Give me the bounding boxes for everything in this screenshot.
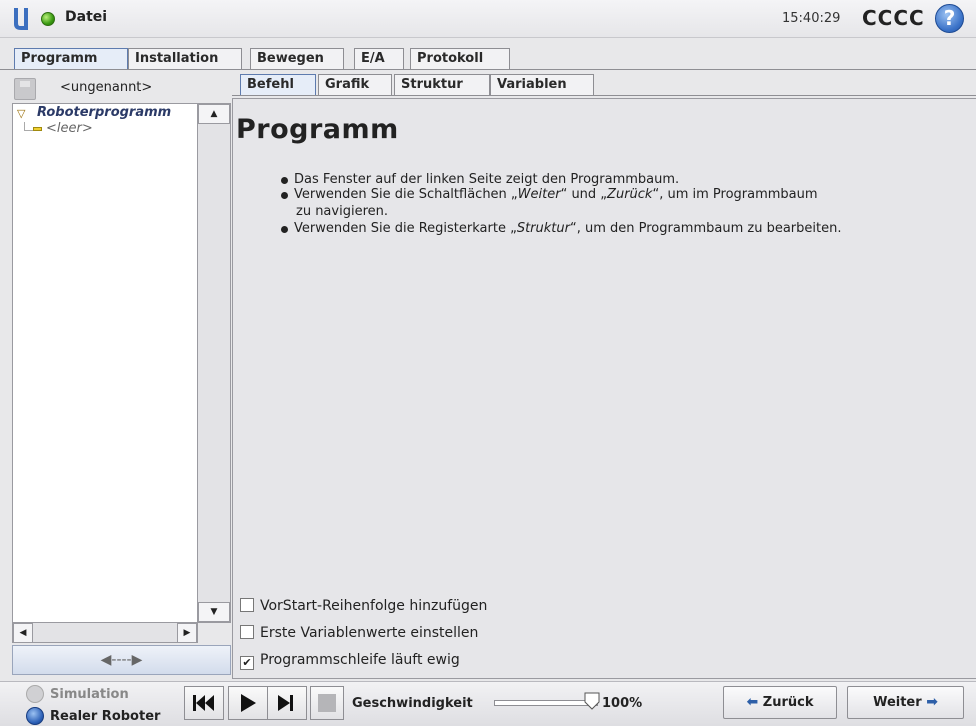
scroll-right-icon[interactable]: ▶ (177, 623, 197, 643)
next-button[interactable]: Weiter ➡ (847, 686, 964, 719)
help-icon[interactable]: ? (935, 4, 964, 33)
step-button[interactable] (267, 686, 307, 720)
checkmark-icon[interactable]: ✔ (240, 656, 254, 670)
tab-befehl[interactable]: Befehl (240, 74, 316, 95)
page-title: Programm (236, 114, 399, 145)
stop-button[interactable] (310, 686, 344, 720)
info-bullet-text: Verwenden Sie die Schaltflächen „Weiter“… (294, 187, 818, 202)
tab-bewegen[interactable]: Bewegen (250, 48, 344, 69)
tab-programm[interactable]: Programm (14, 48, 128, 69)
tab-ea[interactable]: E/A (354, 48, 404, 69)
tab-struktur[interactable]: Struktur (394, 74, 490, 95)
info-bullet-2-continued: zu navigieren. (296, 204, 388, 219)
arrow-left-icon: ⬅ (746, 694, 759, 710)
info-bullet-text: Verwenden Sie die Registerkarte „Struktu… (294, 221, 842, 236)
program-tree[interactable]: ▽ Roboterprogramm <leer> (12, 103, 198, 623)
robot-status-icon (41, 12, 55, 26)
skip-back-icon (193, 695, 214, 711)
checkbox-label: VorStart-Reihenfolge hinzufügen (260, 598, 488, 614)
clock: 15:40:29 (782, 11, 841, 26)
speed-slider-thumb-icon[interactable] (584, 692, 600, 710)
checkbox-prestart[interactable]: VorStart-Reihenfolge hinzufügen (240, 598, 487, 614)
tree-node-root[interactable]: Roboterprogramm (37, 105, 171, 120)
play-icon (241, 694, 256, 712)
info-bullet-3: Verwenden Sie die Registerkarte „Struktu… (281, 222, 841, 236)
arrow-right-icon: ➡ (926, 694, 938, 710)
step-forward-icon (278, 695, 293, 711)
tree-connector (24, 122, 33, 131)
scroll-left-icon[interactable]: ◀ (13, 623, 33, 643)
tab-protokoll[interactable]: Protokoll (410, 48, 510, 69)
speed-value: 100% (602, 696, 643, 711)
back-button[interactable]: ⬅ Zurück (723, 686, 837, 719)
play-button[interactable] (228, 686, 268, 720)
checkbox-box[interactable] (240, 598, 254, 612)
robot-name: CCCC (862, 6, 925, 30)
tab-divider (0, 69, 976, 70)
real-robot-radio-icon[interactable] (26, 707, 44, 725)
next-button-label: Weiter (873, 695, 922, 710)
tab-grafik[interactable]: Grafik (318, 74, 392, 95)
back-button-label: Zurück (762, 695, 814, 710)
tree-vertical-scrollbar[interactable]: ▲ ▼ (198, 103, 231, 623)
tree-node-empty[interactable]: <leer> (46, 121, 93, 136)
save-icon[interactable] (14, 78, 36, 100)
scroll-up-icon[interactable]: ▲ (198, 104, 230, 124)
info-bullet-text: Das Fenster auf der linken Seite zeigt d… (294, 172, 680, 187)
speed-label: Geschwindigkeit (352, 696, 473, 711)
checkbox-box[interactable] (240, 625, 254, 639)
info-bullet-2: Verwenden Sie die Schaltflächen „Weiter“… (281, 188, 818, 202)
checkbox-loop-forever[interactable]: ✔ Programmschleife läuft ewig (240, 652, 460, 670)
tab-installation[interactable]: Installation (128, 48, 242, 69)
checkbox-initial-variables[interactable]: Erste Variablenwerte einstellen (240, 625, 478, 641)
checkbox-label: Erste Variablenwerte einstellen (260, 625, 479, 641)
simulation-label[interactable]: Simulation (50, 687, 129, 702)
real-robot-label[interactable]: Realer Roboter (50, 709, 160, 724)
tree-horizontal-scrollbar[interactable]: ◀ ▶ (12, 623, 198, 643)
ur-logo-icon (14, 8, 28, 30)
subtab-divider (232, 95, 976, 96)
tree-nav-arrows[interactable]: ◀----▶ (12, 645, 231, 675)
simulation-radio-icon[interactable] (26, 685, 44, 703)
empty-node-icon (33, 127, 42, 131)
stop-icon (318, 694, 336, 712)
checkbox-label: Programmschleife läuft ewig (260, 652, 460, 668)
program-name: <ungenannt> (60, 80, 153, 95)
tab-variablen[interactable]: Variablen (490, 74, 594, 95)
skip-back-button[interactable] (184, 686, 224, 720)
scroll-down-icon[interactable]: ▼ (198, 602, 230, 622)
file-menu[interactable]: Datei (65, 9, 107, 25)
info-bullet-1: Das Fenster auf der linken Seite zeigt d… (281, 173, 679, 187)
speed-slider[interactable] (494, 700, 598, 706)
expand-triangle-icon[interactable]: ▽ (17, 107, 25, 120)
